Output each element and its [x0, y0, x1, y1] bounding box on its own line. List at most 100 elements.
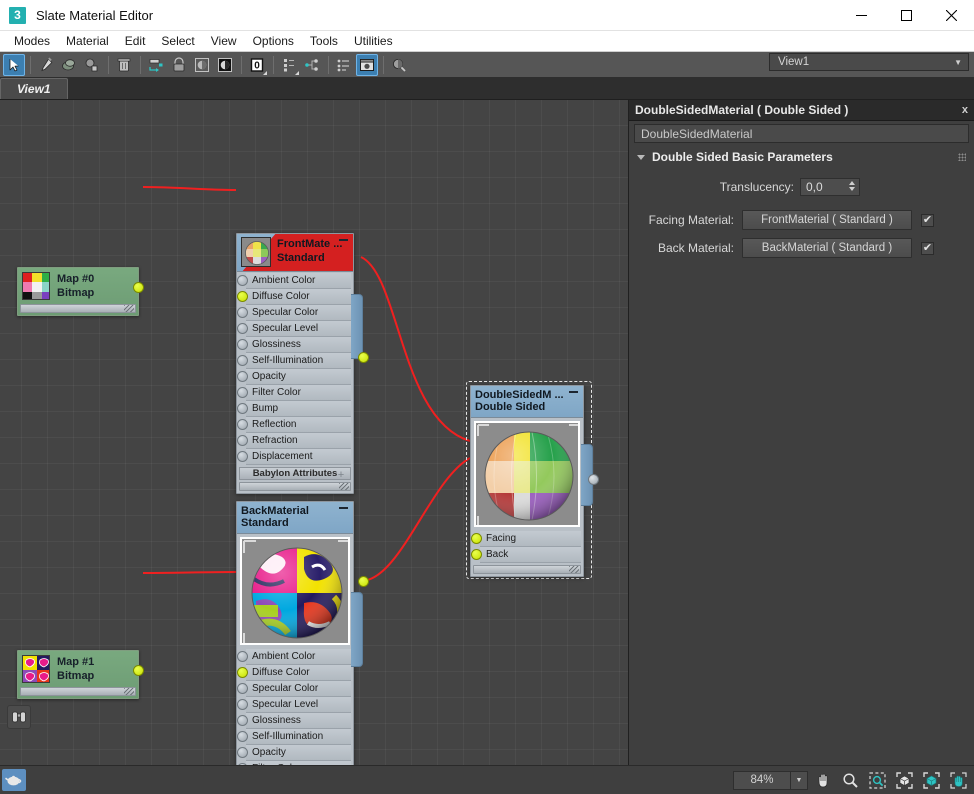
menu-select[interactable]: Select	[153, 31, 202, 52]
socket-row[interactable]: Specular Color	[237, 305, 351, 321]
socket-dot[interactable]	[237, 451, 248, 462]
facing-material-checkbox[interactable]: ✔	[921, 213, 934, 227]
map1-output-socket[interactable]	[133, 665, 144, 676]
socket-dot[interactable]	[471, 549, 482, 560]
node-back-material[interactable]: BackMaterial Standard Ambient Color Diff…	[236, 501, 369, 765]
view-selector-dropdown[interactable]: View1 ▼	[769, 53, 969, 71]
socket-dot[interactable]	[237, 291, 248, 302]
expand-plus-icon[interactable]: +	[338, 469, 344, 481]
panel-window-icon[interactable]	[356, 53, 378, 76]
minimize-button[interactable]	[839, 0, 884, 31]
pan-all-icon[interactable]	[946, 768, 970, 792]
front-material-output-tab[interactable]	[351, 294, 363, 359]
socket-row[interactable]: Specular Color	[237, 681, 351, 697]
socket-row[interactable]: Displacement	[237, 449, 351, 465]
layout-children-icon[interactable]	[168, 54, 190, 76]
socket-row[interactable]: Facing	[471, 531, 581, 547]
drag-handle-icon[interactable]	[958, 153, 966, 161]
maximize-button[interactable]	[884, 0, 929, 31]
facing-material-button[interactable]: FrontMaterial ( Standard )	[742, 210, 912, 230]
node-map1[interactable]: Map #1 Bitmap	[17, 650, 144, 699]
socket-dot[interactable]	[471, 533, 482, 544]
socket-row[interactable]: Refraction	[237, 433, 351, 449]
socket-row[interactable]: Glossiness	[237, 337, 351, 353]
socket-row[interactable]: Diffuse Color	[237, 289, 351, 305]
select-list-icon[interactable]	[278, 54, 300, 76]
node-graph-canvas[interactable]: Map #0 Bitmap FrontMate ... Standard Amb…	[0, 100, 628, 765]
back-material-output-tab[interactable]	[351, 592, 363, 667]
menu-edit[interactable]: Edit	[117, 31, 154, 52]
socket-dot[interactable]	[237, 747, 248, 758]
eyedropper-icon[interactable]	[35, 54, 57, 76]
binoculars-icon[interactable]	[7, 705, 31, 729]
socket-row[interactable]: Opacity	[237, 745, 351, 761]
close-button[interactable]	[929, 0, 974, 31]
checker-dark-icon[interactable]	[214, 54, 236, 76]
node-front-material[interactable]: FrontMate ... Standard Ambient Color Dif…	[236, 233, 369, 494]
socket-dot[interactable]	[237, 419, 248, 430]
socket-row[interactable]: Specular Level	[237, 697, 351, 713]
socket-dot[interactable]	[237, 683, 248, 694]
socket-dot[interactable]	[237, 339, 248, 350]
socket-dot[interactable]	[237, 275, 248, 286]
resize-grip-icon[interactable]	[124, 305, 134, 312]
menu-utilities[interactable]: Utilities	[346, 31, 401, 52]
trash-icon[interactable]	[113, 54, 135, 76]
material-assign-icon[interactable]	[58, 54, 80, 76]
collapse-icon[interactable]	[339, 239, 348, 241]
teapot-icon[interactable]	[2, 769, 26, 791]
front-material-babylon-attributes[interactable]: Babylon Attributes +	[239, 467, 351, 481]
menu-modes[interactable]: Modes	[6, 31, 58, 52]
socket-row[interactable]: Glossiness	[237, 713, 351, 729]
hand-icon[interactable]	[811, 768, 835, 792]
zoom-extents-all-icon[interactable]	[919, 768, 943, 792]
collapse-icon[interactable]	[339, 507, 348, 509]
spinner-arrows-icon[interactable]	[849, 181, 855, 191]
material-viewport-icon[interactable]	[81, 54, 103, 76]
zero-badge-icon[interactable]: 0	[246, 54, 268, 76]
zoom-region-icon[interactable]	[865, 768, 889, 792]
socket-row[interactable]: Specular Level	[237, 321, 351, 337]
material-name-field[interactable]: DoubleSidedMaterial	[634, 124, 969, 143]
socket-dot[interactable]	[237, 371, 248, 382]
socket-row[interactable]: Back	[471, 547, 581, 563]
socket-dot[interactable]	[237, 387, 248, 398]
socket-row[interactable]: Self-Illumination	[237, 353, 351, 369]
socket-dot[interactable]	[237, 355, 248, 366]
socket-dot[interactable]	[237, 435, 248, 446]
resize-grip-icon[interactable]	[124, 688, 134, 695]
magnifier-icon[interactable]	[838, 768, 862, 792]
double-sided-output-socket[interactable]	[588, 474, 599, 485]
socket-dot[interactable]	[237, 731, 248, 742]
socket-dot[interactable]	[237, 307, 248, 318]
socket-row[interactable]: Ambient Color	[237, 649, 351, 665]
panel-close-icon[interactable]: x	[962, 104, 968, 116]
back-material-output-socket[interactable]	[358, 576, 369, 587]
socket-dot[interactable]	[237, 715, 248, 726]
menu-tools[interactable]: Tools	[302, 31, 346, 52]
zoom-dropdown-button[interactable]: ▼	[791, 770, 808, 790]
checker-sphere-icon[interactable]	[191, 54, 213, 76]
resize-grip-icon[interactable]	[569, 566, 579, 573]
front-material-output-socket[interactable]	[358, 352, 369, 363]
translucency-spinner[interactable]: 0,0	[800, 178, 860, 196]
node-tree-icon[interactable]	[301, 54, 323, 76]
move-children-icon[interactable]	[145, 54, 167, 76]
menu-view[interactable]: View	[203, 31, 245, 52]
cursor-arrow-icon[interactable]	[3, 53, 25, 76]
menu-options[interactable]: Options	[245, 31, 302, 52]
list-layout-icon[interactable]	[333, 54, 355, 76]
magnify-checker-icon[interactable]	[388, 54, 410, 76]
socket-dot[interactable]	[237, 651, 248, 662]
back-material-checkbox[interactable]: ✔	[921, 241, 934, 255]
socket-dot[interactable]	[237, 323, 248, 334]
socket-row[interactable]: Self-Illumination	[237, 729, 351, 745]
zoom-level-field[interactable]: 84%	[733, 770, 791, 790]
socket-dot[interactable]	[237, 699, 248, 710]
socket-dot[interactable]	[237, 667, 248, 678]
tab-view1[interactable]: View1	[0, 78, 68, 99]
collapse-icon[interactable]	[569, 391, 578, 393]
rollout-double-sided-basic-parameters[interactable]: Double Sided Basic Parameters	[629, 146, 974, 168]
socket-row[interactable]: Diffuse Color	[237, 665, 351, 681]
node-map0[interactable]: Map #0 Bitmap	[17, 267, 144, 316]
